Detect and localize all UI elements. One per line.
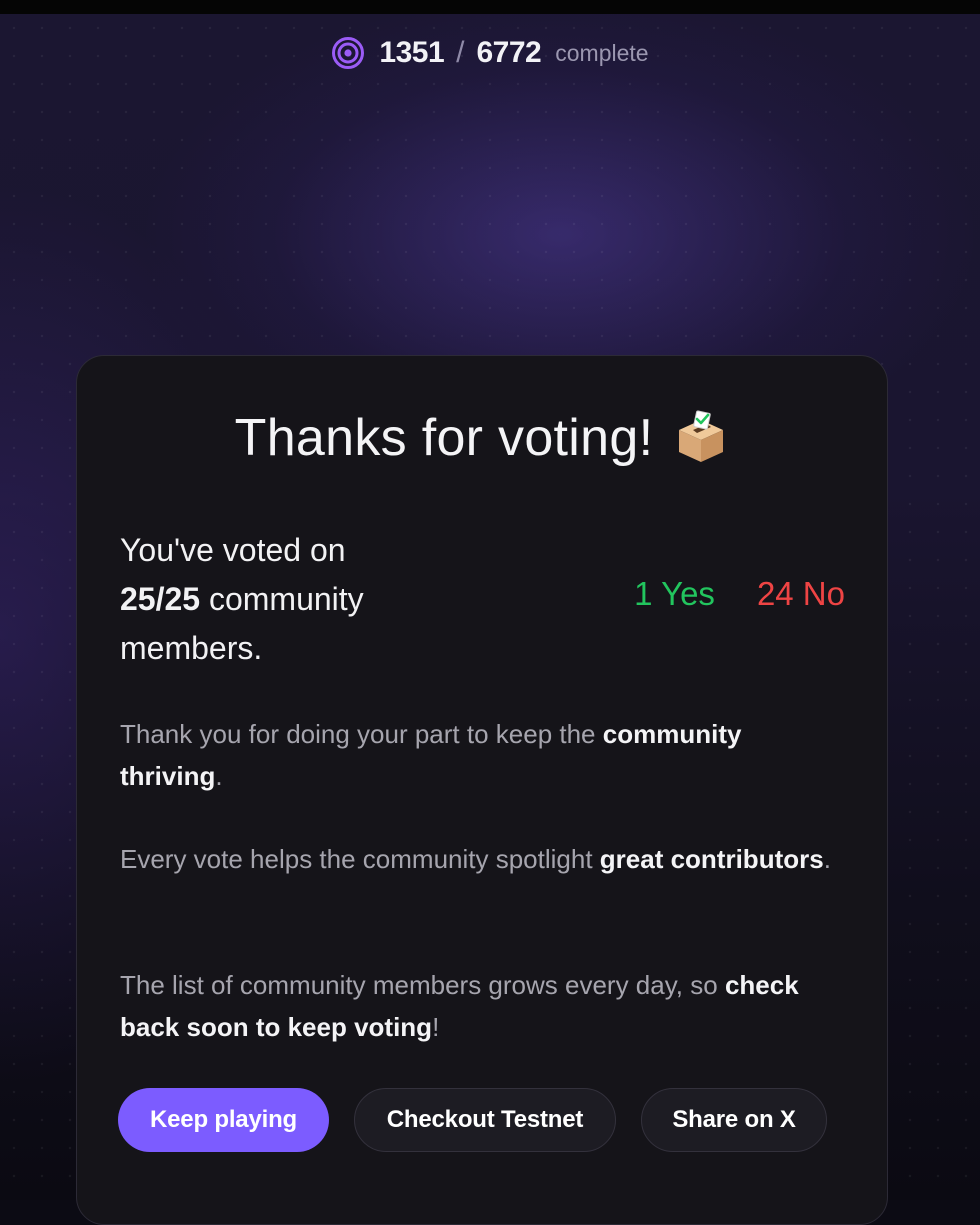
progress-completed: 1351 [379, 36, 445, 69]
summary-prefix: You've voted on [120, 532, 346, 568]
thank-you-paragraph: Thank you for doing your part to keep th… [120, 713, 840, 797]
vote-count: 25/25 [120, 581, 201, 617]
keep-playing-button[interactable]: Keep playing [118, 1088, 329, 1152]
card-title-text: Thanks for voting! [234, 409, 654, 467]
vote-tally: 1 Yes 24 No [634, 575, 845, 613]
paragraph-end: ! [432, 1012, 440, 1042]
paragraph-highlight: great contributors [599, 844, 824, 874]
spotlight-paragraph: Every vote helps the community spotlight… [120, 838, 840, 880]
paragraph-text: The list of community members grows ever… [120, 970, 725, 1000]
no-count: 24 No [756, 575, 845, 612]
ballot-box-icon [673, 410, 729, 466]
yes-count: 1 Yes [634, 575, 715, 612]
progress-total: 6772 [476, 36, 542, 69]
paragraph-end: . [823, 844, 831, 874]
progress-separator: / [456, 36, 465, 69]
top-bar [0, 0, 980, 14]
target-icon [331, 36, 365, 70]
action-buttons: Keep playing Checkout Testnet Share on X [118, 1088, 827, 1152]
checkout-testnet-button[interactable]: Checkout Testnet [354, 1088, 616, 1152]
progress-counter: 1351 / 6772 complete [0, 36, 980, 70]
voting-complete-card: Thanks for voting! You've voted on 25/25… [76, 355, 888, 1225]
paragraph-end: . [215, 761, 223, 791]
share-on-x-button[interactable]: Share on X [641, 1088, 827, 1152]
progress-label: complete [555, 39, 649, 66]
paragraph-text: Thank you for doing your part to keep th… [120, 719, 603, 749]
vote-summary: You've voted on 25/25 community members. [120, 526, 440, 673]
paragraph-text: Every vote helps the community spotlight [120, 844, 600, 874]
check-back-paragraph: The list of community members grows ever… [120, 964, 840, 1048]
card-title: Thanks for voting! [77, 408, 887, 468]
